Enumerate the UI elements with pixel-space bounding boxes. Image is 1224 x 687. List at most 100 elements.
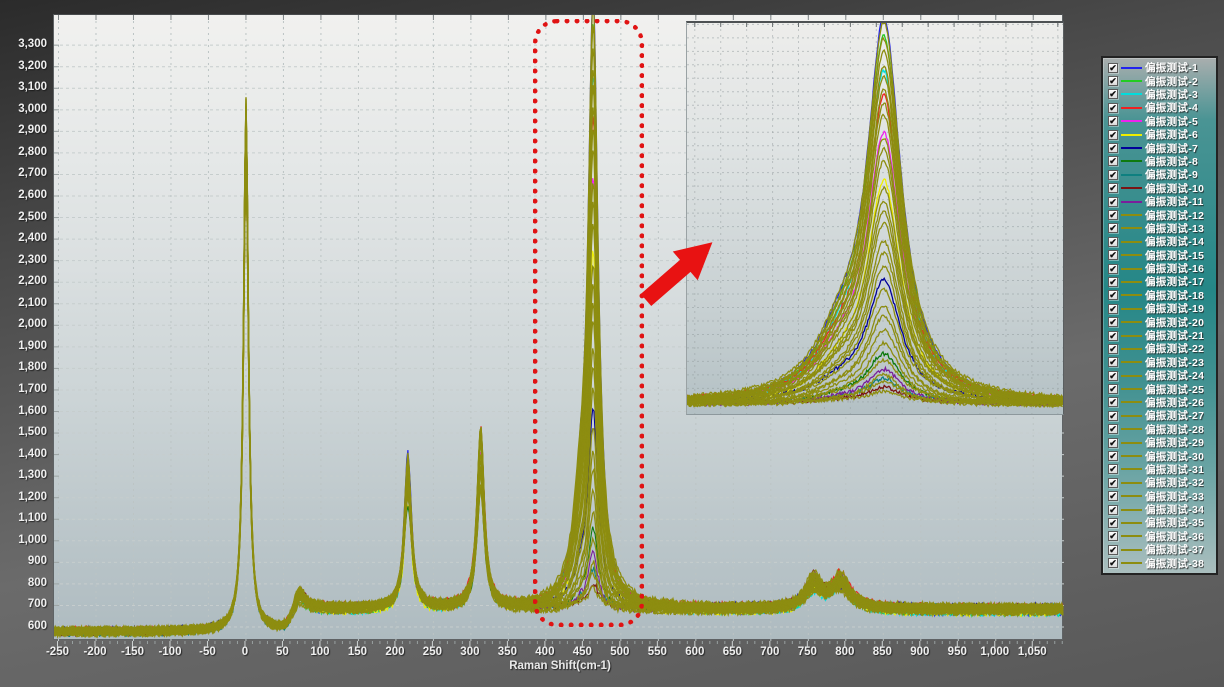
legend-checkbox-36[interactable]: ✔: [1108, 531, 1118, 541]
legend-checkbox-6[interactable]: ✔: [1108, 130, 1118, 140]
legend-line-sample: [1121, 160, 1142, 162]
legend-checkbox-9[interactable]: ✔: [1108, 170, 1118, 180]
legend-item-26[interactable]: ✔偏振测试-26: [1107, 396, 1213, 409]
legend-checkbox-25[interactable]: ✔: [1108, 384, 1118, 394]
legend-checkbox-5[interactable]: ✔: [1108, 116, 1118, 126]
legend-checkbox-31[interactable]: ✔: [1108, 464, 1118, 474]
legend-checkbox-19[interactable]: ✔: [1108, 304, 1118, 314]
legend-checkbox-33[interactable]: ✔: [1108, 491, 1118, 501]
y-tick-label: 2,400: [0, 231, 47, 245]
legend-item-31[interactable]: ✔偏振测试-31: [1107, 463, 1213, 476]
legend-checkbox-30[interactable]: ✔: [1108, 451, 1118, 461]
legend-item-14[interactable]: ✔偏振测试-14: [1107, 235, 1213, 248]
legend-item-15[interactable]: ✔偏振测试-15: [1107, 248, 1213, 261]
legend-item-10[interactable]: ✔偏振测试-10: [1107, 182, 1213, 195]
legend-line-sample: [1121, 201, 1142, 203]
legend-line-sample: [1121, 268, 1142, 270]
legend-checkbox-10[interactable]: ✔: [1108, 183, 1118, 193]
legend-line-sample: [1121, 348, 1142, 350]
legend-checkbox-24[interactable]: ✔: [1108, 371, 1118, 381]
legend-checkbox-16[interactable]: ✔: [1108, 264, 1118, 274]
legend-item-6[interactable]: ✔偏振测试-6: [1107, 128, 1213, 141]
legend-checkbox-37[interactable]: ✔: [1108, 545, 1118, 555]
legend-item-25[interactable]: ✔偏振测试-25: [1107, 382, 1213, 395]
legend-checkbox-26[interactable]: ✔: [1108, 397, 1118, 407]
legend-checkbox-34[interactable]: ✔: [1108, 505, 1118, 515]
legend-item-2[interactable]: ✔偏振测试-2: [1107, 74, 1213, 87]
legend-checkbox-23[interactable]: ✔: [1108, 357, 1118, 367]
legend-checkbox-14[interactable]: ✔: [1108, 237, 1118, 247]
y-tick-label: 600: [0, 619, 47, 633]
legend-item-38[interactable]: ✔偏振测试-38: [1107, 556, 1213, 569]
legend-item-33[interactable]: ✔偏振测试-33: [1107, 490, 1213, 503]
legend-panel: ✔偏振测试-1✔偏振测试-2✔偏振测试-3✔偏振测试-4✔偏振测试-5✔偏振测试…: [1101, 56, 1218, 575]
legend-checkbox-12[interactable]: ✔: [1108, 210, 1118, 220]
legend-checkbox-17[interactable]: ✔: [1108, 277, 1118, 287]
legend-item-16[interactable]: ✔偏振测试-16: [1107, 262, 1213, 275]
zoom-inset-panel[interactable]: [686, 21, 1064, 415]
legend-item-36[interactable]: ✔偏振测试-36: [1107, 530, 1213, 543]
legend-checkbox-27[interactable]: ✔: [1108, 411, 1118, 421]
legend-checkbox-32[interactable]: ✔: [1108, 478, 1118, 488]
legend-checkbox-38[interactable]: ✔: [1108, 558, 1118, 568]
legend-item-1[interactable]: ✔偏振测试-1: [1107, 61, 1213, 74]
legend-item-37[interactable]: ✔偏振测试-37: [1107, 543, 1213, 556]
legend-item-12[interactable]: ✔偏振测试-12: [1107, 208, 1213, 221]
legend-line-sample: [1121, 482, 1142, 484]
legend-checkbox-22[interactable]: ✔: [1108, 344, 1118, 354]
legend-item-20[interactable]: ✔偏振测试-20: [1107, 315, 1213, 328]
legend-checkbox-1[interactable]: ✔: [1108, 63, 1118, 73]
legend-line-sample: [1121, 120, 1142, 122]
x-axis-tick-ruler: [53, 641, 1063, 649]
legend-line-sample: [1121, 522, 1142, 524]
legend-item-34[interactable]: ✔偏振测试-34: [1107, 503, 1213, 516]
legend-item-35[interactable]: ✔偏振测试-35: [1107, 516, 1213, 529]
legend-item-5[interactable]: ✔偏振测试-5: [1107, 115, 1213, 128]
y-tick-label: 1,200: [0, 490, 47, 504]
legend-line-sample: [1121, 335, 1142, 337]
legend-checkbox-11[interactable]: ✔: [1108, 197, 1118, 207]
legend-item-9[interactable]: ✔偏振测试-9: [1107, 168, 1213, 181]
legend-item-28[interactable]: ✔偏振测试-28: [1107, 423, 1213, 436]
legend-checkbox-29[interactable]: ✔: [1108, 438, 1118, 448]
legend-item-21[interactable]: ✔偏振测试-21: [1107, 329, 1213, 342]
legend-item-19[interactable]: ✔偏振测试-19: [1107, 302, 1213, 315]
legend-item-23[interactable]: ✔偏振测试-23: [1107, 356, 1213, 369]
y-tick-label: 1,300: [0, 468, 47, 482]
legend-item-13[interactable]: ✔偏振测试-13: [1107, 222, 1213, 235]
legend-line-sample: [1121, 455, 1142, 457]
legend-item-18[interactable]: ✔偏振测试-18: [1107, 289, 1213, 302]
legend-item-17[interactable]: ✔偏振测试-17: [1107, 275, 1213, 288]
legend-checkbox-20[interactable]: ✔: [1108, 317, 1118, 327]
legend-item-22[interactable]: ✔偏振测试-22: [1107, 342, 1213, 355]
legend-item-7[interactable]: ✔偏振测试-7: [1107, 141, 1213, 154]
legend-line-sample: [1121, 535, 1142, 537]
legend-checkbox-13[interactable]: ✔: [1108, 223, 1118, 233]
legend-item-11[interactable]: ✔偏振测试-11: [1107, 195, 1213, 208]
legend-checkbox-8[interactable]: ✔: [1108, 156, 1118, 166]
legend-item-32[interactable]: ✔偏振测试-32: [1107, 476, 1213, 489]
spectra-viewer-window: 6007008009001,0001,1001,2001,3001,4001,5…: [0, 0, 1224, 687]
legend-line-sample: [1121, 214, 1142, 216]
legend-item-27[interactable]: ✔偏振测试-27: [1107, 409, 1213, 422]
legend-checkbox-28[interactable]: ✔: [1108, 424, 1118, 434]
legend-checkbox-35[interactable]: ✔: [1108, 518, 1118, 528]
y-tick-label: 1,100: [0, 511, 47, 525]
legend-checkbox-2[interactable]: ✔: [1108, 76, 1118, 86]
legend-item-8[interactable]: ✔偏振测试-8: [1107, 155, 1213, 168]
legend-item-4[interactable]: ✔偏振测试-4: [1107, 101, 1213, 114]
legend-checkbox-21[interactable]: ✔: [1108, 331, 1118, 341]
legend-item-30[interactable]: ✔偏振测试-30: [1107, 449, 1213, 462]
y-tick-label: 1,700: [0, 382, 47, 396]
legend-checkbox-15[interactable]: ✔: [1108, 250, 1118, 260]
legend-checkbox-3[interactable]: ✔: [1108, 89, 1118, 99]
legend-checkbox-4[interactable]: ✔: [1108, 103, 1118, 113]
legend-checkbox-7[interactable]: ✔: [1108, 143, 1118, 153]
legend-item-29[interactable]: ✔偏振测试-29: [1107, 436, 1213, 449]
legend-line-sample: [1121, 308, 1142, 310]
y-tick-label: 1,900: [0, 339, 47, 353]
legend-item-24[interactable]: ✔偏振测试-24: [1107, 369, 1213, 382]
legend-checkbox-18[interactable]: ✔: [1108, 290, 1118, 300]
zoom-inset-canvas: [687, 23, 1063, 414]
legend-item-3[interactable]: ✔偏振测试-3: [1107, 88, 1213, 101]
